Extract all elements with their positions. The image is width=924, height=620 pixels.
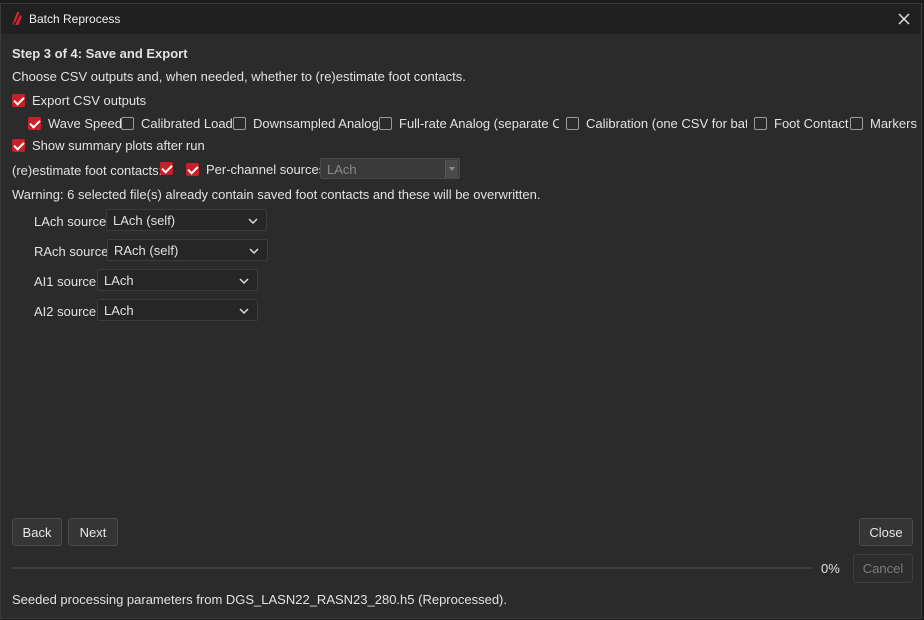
status-message: Seeded processing parameters from DGS_LA… [12,592,507,607]
batch-reprocess-dialog: Batch Reprocess Step 3 of 4: Save and Ex… [0,3,922,619]
reestimate-checkbox[interactable] [160,162,173,175]
full-rate-analog-checkbox[interactable] [379,117,392,130]
cancel-button[interactable]: Cancel [853,554,913,583]
close-button[interactable]: Close [859,518,913,546]
ai2-source-label: AI2 source: [34,304,100,319]
per-channel-sources-label: Per-channel sources [206,162,326,177]
foot-contact-label: Foot Contact [774,116,849,131]
rach-source-select[interactable]: RAch (self) [107,239,268,261]
rach-source-value: RAch (self) [114,243,179,258]
step-description: Choose CSV outputs and, when needed, whe… [12,69,466,84]
rach-source-label: RAch source: [34,244,113,259]
summary-plots-checkbox-box[interactable] [12,139,25,152]
chevron-down-icon [239,308,249,315]
back-button[interactable]: Back [12,518,62,546]
reestimate-checkbox-box[interactable] [160,162,173,175]
calibration-checkbox[interactable] [566,117,579,130]
csv-option-calibrated-load[interactable]: Calibrated Load [121,116,233,131]
progress-bar [12,567,812,569]
calibration-label: Calibration (one CSV for batch [586,116,747,131]
calibrated-load-label: Calibrated Load [141,116,233,131]
lach-source-value: LAch (self) [113,213,176,228]
title-bar: Batch Reprocess [1,4,921,34]
ai2-source-select[interactable]: LAch [97,299,258,321]
chevron-down-icon [249,248,259,255]
foot-contact-checkbox[interactable] [754,117,767,130]
csv-option-calibration[interactable]: Calibration (one CSV for batch [566,116,747,131]
wave-speed-checkbox[interactable] [28,117,41,130]
reestimate-label: (re)estimate foot contacts: [12,163,163,178]
overwrite-warning: Warning: 6 selected file(s) already cont… [12,187,541,202]
export-csv-checkbox-box[interactable] [12,94,25,107]
export-csv-label: Export CSV outputs [32,93,147,108]
ai1-source-value: LAch [104,273,134,288]
wave-speed-label: Wave Speed [48,116,122,131]
step-heading: Step 3 of 4: Save and Export [12,46,188,61]
foot-contact-source-value: LAch [327,162,357,177]
downsampled-analog-checkbox[interactable] [233,117,246,130]
csv-option-full-rate-analog[interactable]: Full-rate Analog (separate CSV [379,116,559,131]
window-title: Batch Reprocess [29,12,121,26]
markers-checkbox[interactable] [850,117,863,130]
csv-option-markers[interactable]: Markers [850,116,917,131]
downsampled-analog-label: Downsampled Analog [253,116,379,131]
ai1-source-select[interactable]: LAch [97,269,258,291]
csv-option-wave-speed[interactable]: Wave Speed [28,116,122,131]
summary-plots-checkbox[interactable]: Show summary plots after run [12,138,205,153]
ai1-source-label: AI1 source: [34,274,100,289]
csv-option-downsampled-analog[interactable]: Downsampled Analog [233,116,379,131]
dropdown-arrow-icon[interactable] [445,160,458,178]
next-button[interactable]: Next [68,518,118,546]
foot-contact-source-select[interactable]: LAch [320,158,460,179]
per-channel-sources-checkbox[interactable]: Per-channel sources [186,162,325,177]
full-rate-analog-label: Full-rate Analog (separate CSV [399,116,559,131]
markers-label: Markers [870,116,917,131]
chevron-down-icon [248,218,258,225]
app-logo-icon [9,11,25,27]
lach-source-select[interactable]: LAch (self) [106,209,267,231]
per-channel-sources-checkbox-box[interactable] [186,163,199,176]
calibrated-load-checkbox[interactable] [121,117,134,130]
lach-source-label: LAch source: [34,214,110,229]
close-icon[interactable] [893,8,915,30]
progress-label: 0% [821,561,840,576]
ai2-source-value: LAch [104,303,134,318]
csv-option-foot-contact[interactable]: Foot Contact [754,116,848,131]
summary-plots-label: Show summary plots after run [32,138,205,153]
chevron-down-icon [239,278,249,285]
export-csv-checkbox[interactable]: Export CSV outputs [12,93,146,108]
